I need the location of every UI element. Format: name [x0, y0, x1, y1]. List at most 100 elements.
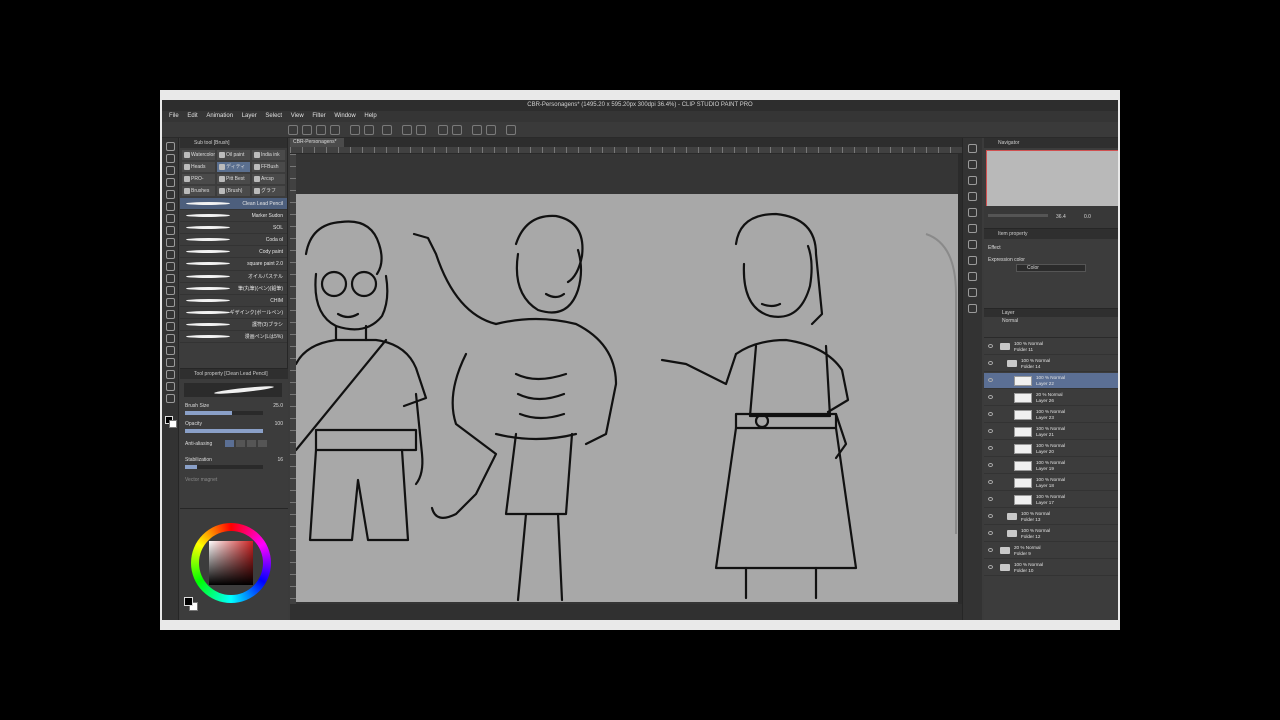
undo-icon[interactable] [350, 125, 360, 135]
layer-row[interactable]: 100 % Normal Layer 21 [984, 424, 1118, 440]
menu-help[interactable]: Help [364, 111, 376, 122]
snap-ruler-icon[interactable] [472, 125, 482, 135]
group-tab[interactable]: FFBush [252, 162, 285, 172]
ruler-tool-icon[interactable] [166, 358, 175, 367]
zoom-slider[interactable] [988, 214, 1048, 217]
visibility-eye-icon[interactable] [988, 514, 993, 518]
selection-tool-icon[interactable] [166, 190, 175, 199]
move-tool-icon[interactable] [166, 154, 175, 163]
material-tab-icon[interactable] [968, 176, 977, 185]
menu-select[interactable]: Select [265, 111, 282, 122]
visibility-eye-icon[interactable] [988, 395, 993, 399]
airbrush-icon[interactable] [166, 262, 175, 271]
vector-magnet-row[interactable]: Vector magnet [185, 477, 283, 483]
sub-color-swatch[interactable] [169, 420, 177, 428]
navigator-thumbnail[interactable] [986, 150, 1118, 208]
layer-property-tab-icon[interactable] [968, 192, 977, 201]
antialias-row[interactable]: Anti-aliasing [185, 440, 283, 447]
expression-color-select[interactable]: Color [1016, 264, 1086, 272]
brush-item[interactable]: Coda ol [180, 234, 287, 247]
rotate-value[interactable]: 0.0 [1084, 214, 1091, 220]
saturation-value-square[interactable] [209, 541, 253, 585]
layer-row[interactable]: 20 % Normal Layer 26 [984, 390, 1118, 406]
group-tab[interactable]: Oil paint [217, 150, 250, 160]
opacity-value[interactable]: 100 [275, 421, 283, 427]
layer-row[interactable]: 100 % Normal Layer 23 [984, 407, 1118, 423]
auto-action-icon[interactable] [968, 288, 977, 297]
color-history-icon[interactable] [968, 208, 977, 217]
visibility-eye-icon[interactable] [988, 429, 993, 433]
menu-window[interactable]: Window [334, 111, 355, 122]
fill-tool-icon[interactable] [166, 310, 175, 319]
brush-tool-icon[interactable] [166, 250, 175, 259]
group-tab[interactable]: Arcsp [252, 174, 285, 184]
antialias-medium-button[interactable] [247, 440, 256, 447]
export-icon[interactable] [330, 125, 340, 135]
visibility-eye-icon[interactable] [988, 548, 993, 552]
group-tab[interactable]: Brushes [182, 186, 215, 196]
visibility-eye-icon[interactable] [988, 497, 993, 501]
figure-tool-icon[interactable] [166, 334, 175, 343]
group-tab[interactable]: India ink [252, 150, 285, 160]
decoration-icon[interactable] [166, 274, 175, 283]
brush-item[interactable]: square paint 2.0 [180, 258, 287, 271]
group-tab[interactable]: PRO- [182, 174, 215, 184]
layer-row[interactable]: 100 % Normal Layer 17 [984, 492, 1118, 508]
eyedropper-icon[interactable] [166, 214, 175, 223]
animation-icon[interactable] [968, 256, 977, 265]
brush-item[interactable]: CHIM [180, 295, 287, 307]
frame-tool-icon[interactable] [166, 346, 175, 355]
search-layer-icon[interactable] [968, 240, 977, 249]
zoom-value[interactable]: 36.4 [1056, 214, 1066, 220]
color-wheel[interactable] [191, 523, 271, 603]
redo-icon[interactable] [364, 125, 374, 135]
save-icon[interactable] [316, 125, 326, 135]
deselect-icon[interactable] [452, 125, 462, 135]
snap-perspective-icon[interactable] [506, 125, 516, 135]
brush-item[interactable]: Clean Lead Pencil [180, 198, 287, 211]
visibility-eye-icon[interactable] [988, 361, 993, 365]
brush-item[interactable]: 漫画ペン(Lは5%) [180, 331, 287, 344]
blend-mode-select[interactable]: Normal [984, 317, 1118, 326]
settings-icon[interactable] [382, 125, 392, 135]
brush-size-slider[interactable] [185, 411, 263, 415]
drawing-canvas[interactable] [296, 194, 958, 602]
menu-view[interactable]: View [291, 111, 304, 122]
group-tab[interactable]: ディティ [217, 162, 250, 172]
visibility-eye-icon[interactable] [988, 480, 993, 484]
layer-folder-row[interactable]: 100 % Normal Folder 11 [984, 339, 1118, 355]
layer-row[interactable]: 100 % Normal Layer 18 [984, 475, 1118, 491]
brush-item[interactable]: 護符(3)ブラシ [180, 319, 287, 332]
main-color-chip[interactable] [184, 597, 193, 606]
brush-item[interactable]: Cody paint [180, 246, 287, 259]
visibility-eye-icon[interactable] [988, 378, 993, 382]
open-file-icon[interactable] [302, 125, 312, 135]
opacity-slider[interactable] [185, 429, 263, 433]
history-icon[interactable] [968, 272, 977, 281]
snap-grid-icon[interactable] [486, 125, 496, 135]
visibility-eye-icon[interactable] [988, 412, 993, 416]
layer-folder-row[interactable]: 20 % Normal Folder 9 [984, 543, 1118, 559]
layer-folder-row[interactable]: 100 % Normal Folder 10 [984, 560, 1118, 576]
pen-tool-icon[interactable] [166, 226, 175, 235]
auto-select-icon[interactable] [166, 202, 175, 211]
layer-row[interactable]: 100 % Normal Layer 20 [984, 441, 1118, 457]
visibility-eye-icon[interactable] [988, 565, 993, 569]
color-set-icon[interactable] [968, 224, 977, 233]
brush-size-value[interactable]: 25.0 [273, 403, 283, 409]
stabilization-value[interactable]: 16 [277, 457, 283, 463]
fill-icon[interactable] [402, 125, 412, 135]
canvas-tab[interactable]: CBR-Personagens* [290, 138, 344, 147]
layer-move-icon[interactable] [166, 178, 175, 187]
visibility-eye-icon[interactable] [988, 344, 993, 348]
antialias-strong-button[interactable] [258, 440, 267, 447]
layer-row[interactable]: 100 % Normal Layer 22 [984, 373, 1118, 389]
brush-item[interactable]: 筆(丸筆)(ペン)(鉛筆) [180, 283, 287, 295]
blend-tool-icon[interactable] [166, 298, 175, 307]
layer-folder-row[interactable]: 100 % Normal Folder 12 [984, 526, 1118, 542]
visibility-eye-icon[interactable] [988, 463, 993, 467]
new-file-icon[interactable] [288, 125, 298, 135]
layer-folder-row[interactable]: 100 % Normal Folder 14 [984, 356, 1118, 372]
correct-line-icon[interactable] [166, 394, 175, 403]
layer-row[interactable]: 100 % Normal Layer 19 [984, 458, 1118, 474]
